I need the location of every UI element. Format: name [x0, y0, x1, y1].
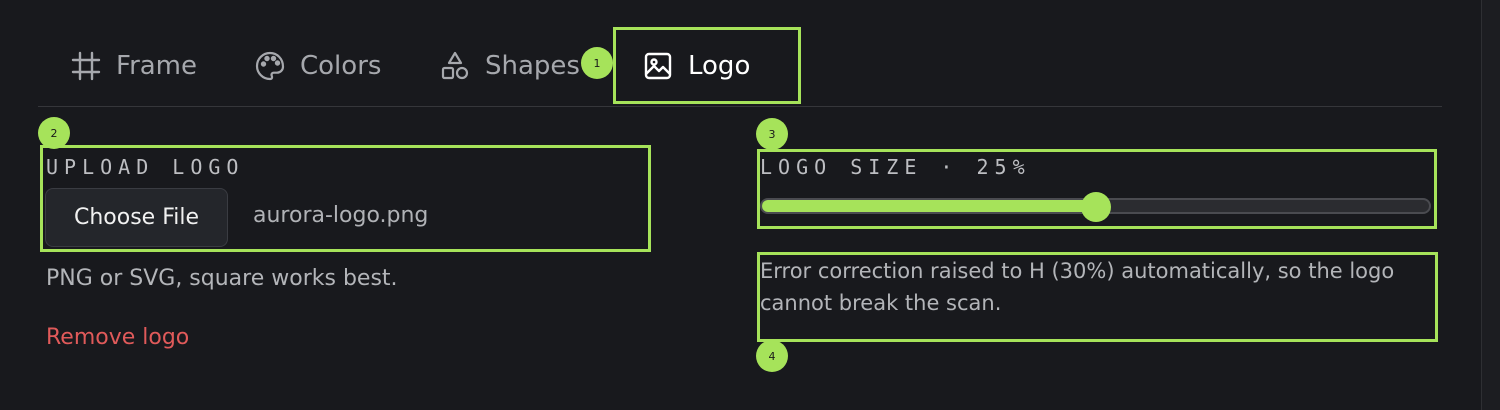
palette-icon	[254, 50, 286, 82]
logo-size-slider-fill	[762, 200, 1096, 212]
remove-logo-link[interactable]: Remove logo	[46, 325, 189, 350]
tab-label: Frame	[116, 50, 198, 81]
scrollbar-rail[interactable]	[1481, 0, 1500, 410]
logo-size-label: LOGO SIZE · 25%	[760, 155, 1031, 179]
frame-icon	[70, 50, 102, 82]
upload-section-label: UPLOAD LOGO	[46, 155, 245, 179]
tab-logo[interactable]: Logo	[613, 27, 801, 104]
tab-colors[interactable]: Colors	[254, 28, 381, 103]
choose-file-button[interactable]: Choose File	[45, 188, 228, 247]
upload-hint: PNG or SVG, square works best.	[46, 266, 398, 291]
tab-label: Logo	[688, 50, 751, 81]
logo-size-slider-thumb[interactable]	[1080, 192, 1111, 222]
tab-bar: Frame Colors Shapes Logo	[38, 27, 1442, 107]
logo-settings-panel: Frame Colors Shapes Logo 1 2 UPLOAD LOGO…	[0, 0, 1500, 410]
selected-file-name: aurora-logo.png	[253, 203, 429, 228]
annotation-marker-1: 1	[581, 47, 613, 79]
tab-shapes[interactable]: Shapes	[439, 28, 580, 103]
shapes-icon	[439, 50, 471, 82]
tab-frame[interactable]: Frame	[70, 28, 197, 103]
annotation-marker-3: 3	[756, 118, 788, 150]
error-correction-note: Error correction raised to H (30%) autom…	[760, 259, 1395, 315]
tab-label: Shapes	[485, 50, 580, 81]
tab-label: Colors	[300, 50, 382, 81]
annotation-marker-4: 4	[756, 340, 788, 372]
image-icon	[642, 50, 674, 82]
